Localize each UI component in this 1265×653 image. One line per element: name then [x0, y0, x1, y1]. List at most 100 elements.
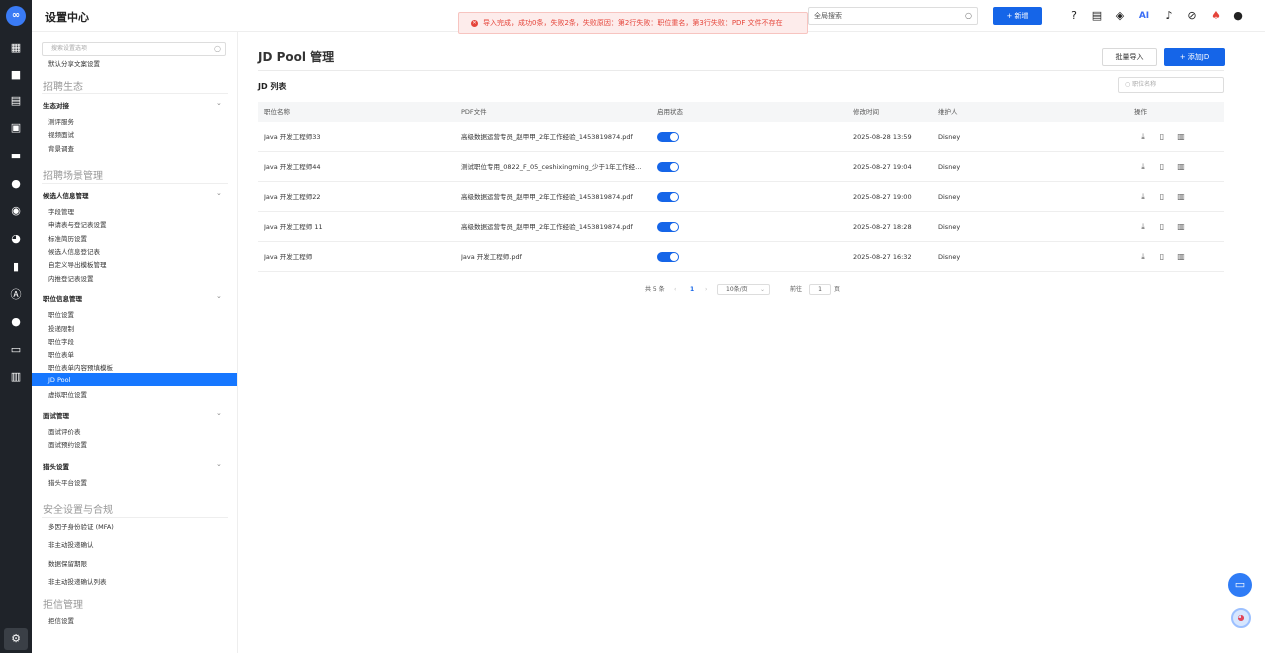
chevron-down-icon[interactable]: ⌄ — [216, 189, 222, 197]
table-row: Java 开发工程师33 高级数据运营专员_赵甲甲_2年工作经验_1453819… — [258, 122, 1224, 152]
cell-modified: 2025-08-27 16:32 — [853, 253, 912, 261]
sidebar-item-delivery-limit[interactable]: 投递限制 — [48, 323, 74, 333]
users-icon[interactable]: ● — [9, 315, 23, 329]
add-jd-button[interactable]: + 添加JD — [1164, 48, 1225, 66]
sidebar-search-input[interactable]: 搜索设置选项 ○ — [42, 42, 226, 56]
logo-icon[interactable]: ∞ — [6, 6, 26, 26]
status-toggle[interactable] — [657, 192, 679, 202]
top-bar: 设置中心 ✕ 导入完成，成功0条，失败2条，失败原因：第2行失败：职位重名，第3行… — [32, 0, 1265, 34]
download-icon[interactable]: ⤓ — [1138, 222, 1148, 232]
puzzle-icon[interactable]: ◈ — [1113, 9, 1127, 23]
chevron-down-icon[interactable]: ⌄ — [216, 460, 222, 468]
sidebar-item-virtual-position[interactable]: 虚拟职位设置 — [48, 389, 87, 399]
clipboard-icon[interactable]: ▥ — [9, 370, 23, 384]
status-toggle[interactable] — [657, 162, 679, 172]
user-avatar-icon[interactable]: ● — [1231, 9, 1245, 23]
sidebar-item-passive-confirm[interactable]: 非主动投递确认 — [48, 539, 94, 549]
file-icon[interactable]: ▯ — [1157, 222, 1167, 232]
cell-modified: 2025-08-27 18:28 — [853, 223, 912, 231]
help-circle-icon[interactable]: ? — [1067, 9, 1081, 23]
global-search-input[interactable]: 全局搜索 ○ — [808, 7, 978, 25]
chevron-right-icon[interactable]: › — [705, 284, 707, 296]
sidebar-item-position-fields[interactable]: 职位字段 — [48, 336, 74, 346]
chevron-left-icon[interactable]: ‹ — [674, 284, 676, 296]
cell-maintainer: Disney — [938, 253, 961, 261]
sidebar-item-field-mgmt[interactable]: 字段管理 — [48, 206, 74, 216]
chat-support-icon[interactable]: ▭ — [1228, 573, 1252, 597]
sidebar-item-custom-export[interactable]: 自定义导出模板管理 — [48, 259, 107, 269]
trash-icon[interactable]: ▥ — [1176, 132, 1186, 142]
pie-chart-icon[interactable]: ◕ — [9, 232, 23, 246]
bar-chart-icon[interactable]: ▮ — [9, 260, 23, 274]
sidebar-item-std-resume[interactable]: 标准简历设置 — [48, 233, 87, 243]
ai-icon[interactable]: AI — [1137, 9, 1151, 23]
wechat-icon[interactable]: ● — [9, 177, 23, 191]
notification-bell-icon[interactable]: ♪ — [1162, 9, 1176, 23]
batch-import-button[interactable]: 批量导入 — [1102, 48, 1157, 66]
sidebar-item-interview-eval[interactable]: 面试评价表 — [48, 426, 81, 436]
group-position-info[interactable]: 职位信息管理 — [43, 293, 82, 303]
status-toggle[interactable] — [657, 132, 679, 142]
chat-icon[interactable]: ▭ — [9, 343, 23, 357]
trash-icon[interactable]: ▥ — [1176, 162, 1186, 172]
download-icon[interactable]: ⤓ — [1138, 132, 1148, 142]
circle-icon[interactable]: ◉ — [9, 204, 23, 218]
divider — [258, 70, 1224, 71]
sidebar-item-reject-settings[interactable]: 拒信设置 — [48, 615, 74, 625]
sidebar-item-data-retention[interactable]: 数据保留期限 — [48, 558, 87, 568]
goto-page-input[interactable]: 1 — [809, 284, 831, 295]
sidebar-item-position-form[interactable]: 职位表单 — [48, 349, 74, 359]
cell-name: Java 开发工程师 — [264, 253, 313, 261]
sidebar-item-position-form-tpl[interactable]: 职位表单内容预填模板 — [48, 362, 113, 372]
sidebar-item-candidate-reg[interactable]: 候选人信息登记表 — [48, 246, 100, 256]
chevron-down-icon[interactable]: ⌄ — [216, 99, 222, 107]
status-toggle[interactable] — [657, 222, 679, 232]
group-interview[interactable]: 面试管理 — [43, 410, 69, 420]
status-toggle[interactable] — [657, 252, 679, 262]
gift-icon[interactable]: ♠ — [1209, 9, 1223, 23]
calendar-icon[interactable]: ▤ — [9, 94, 23, 108]
grid-icon[interactable]: ▦ — [9, 41, 23, 55]
sidebar-item-position-settings[interactable]: 职位设置 — [48, 309, 74, 319]
file-icon[interactable]: ▯ — [1157, 252, 1167, 262]
pagination-current-page[interactable]: 1 — [690, 284, 694, 296]
sidebar-item-application-form[interactable]: 申请表与登记表设置 — [48, 219, 107, 229]
page-size-select[interactable]: 10条/页 ⌄ — [717, 284, 770, 295]
sidebar-item-internal-reg[interactable]: 内推登记表设置 — [48, 273, 94, 283]
trash-icon[interactable]: ▥ — [1176, 222, 1186, 232]
file-icon[interactable]: ▯ — [1157, 162, 1167, 172]
settings-icon[interactable]: ⚙ — [4, 628, 28, 650]
table-row: Java 开发工程师 11 高级数据运营专员_赵甲甲_2年工作经验_145381… — [258, 212, 1224, 242]
sidebar-item-eval-service[interactable]: 测评服务 — [48, 116, 74, 126]
download-icon[interactable]: ⤓ — [1138, 162, 1148, 172]
sidebar-item-background-check[interactable]: 背景调查 — [48, 143, 74, 153]
id-card-icon[interactable]: ▬ — [9, 149, 23, 163]
compass-icon[interactable]: ⊘ — [1185, 9, 1199, 23]
new-button[interactable]: + 新增 — [993, 7, 1042, 25]
dashboard-icon[interactable]: ▣ — [9, 121, 23, 135]
briefcase-icon[interactable]: ■ — [9, 68, 23, 82]
chevron-down-icon[interactable]: ⌄ — [216, 292, 222, 300]
chevron-down-icon[interactable]: ⌄ — [216, 409, 222, 417]
sidebar-item-video-interview[interactable]: 视频面试 — [48, 129, 74, 139]
file-icon[interactable]: ▯ — [1157, 192, 1167, 202]
jd-table: 职位名称 PDF文件 启用状态 修改时间 维护人 操作 Java 开发工程师33… — [258, 102, 1224, 272]
file-icon[interactable]: ▯ — [1157, 132, 1167, 142]
sidebar-item-passive-confirm-list[interactable]: 非主动投递确认列表 — [48, 576, 107, 586]
a-circle-icon[interactable]: Ⓐ — [9, 288, 23, 302]
sidebar-item-jd-pool[interactable]: JD Pool — [48, 376, 70, 384]
document-icon[interactable]: ▤ — [1090, 9, 1104, 23]
download-icon[interactable]: ⤓ — [1138, 252, 1148, 262]
sidebar-item-share-copy[interactable]: 默认分享文案设置 — [48, 58, 100, 68]
position-search-input[interactable]: ○ 职位名称 — [1118, 77, 1224, 93]
sidebar-item-interview-booking[interactable]: 面试预约设置 — [48, 439, 87, 449]
download-icon[interactable]: ⤓ — [1138, 192, 1148, 202]
trash-icon[interactable]: ▥ — [1176, 192, 1186, 202]
sidebar-item-mfa[interactable]: 多因子身份验证 (MFA) — [48, 521, 114, 531]
assistant-robot-icon[interactable]: ◕ — [1231, 608, 1251, 628]
group-headhunter[interactable]: 猎头设置 — [43, 461, 69, 471]
trash-icon[interactable]: ▥ — [1176, 252, 1186, 262]
sidebar-item-headhunter-platform[interactable]: 猎头平台设置 — [48, 477, 87, 487]
group-candidate-info[interactable]: 候选人信息管理 — [43, 190, 89, 200]
group-eco-connect[interactable]: 生态对接 — [43, 100, 69, 110]
